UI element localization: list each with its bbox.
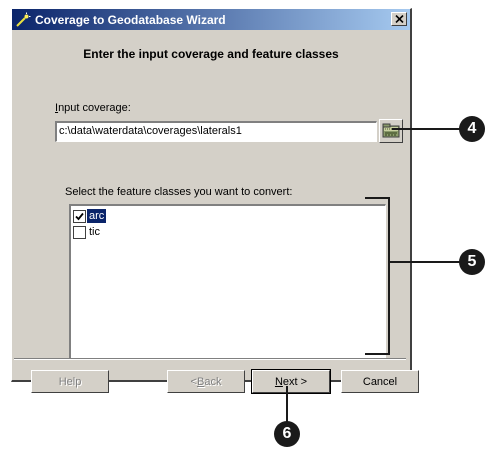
window-title: Coverage to Geodatabase Wizard <box>35 12 226 27</box>
input-coverage-field[interactable]: c:\data\waterdata\coverages\laterals1 <box>55 121 377 142</box>
callout-6-line <box>286 386 288 422</box>
list-item-label: arc <box>87 209 107 223</box>
wand-icon <box>15 12 31 28</box>
input-coverage-label: Input coverage: <box>55 102 131 114</box>
browse-coverage-icon <box>382 123 400 138</box>
back-button[interactable]: < Back <box>167 370 245 393</box>
checkbox-arc[interactable] <box>73 209 86 223</box>
next-button[interactable]: Next > <box>251 369 331 394</box>
callout-5-line <box>389 261 462 263</box>
callout-5-bracket-top <box>365 197 389 199</box>
title-bar[interactable]: Coverage to Geodatabase Wizard <box>12 9 410 30</box>
wizard-dialog: Coverage to Geodatabase Wizard Enter the… <box>11 8 412 382</box>
callout-5-bracket-vertical <box>388 197 390 355</box>
browse-button[interactable] <box>379 119 403 143</box>
checkbox-tic[interactable] <box>73 225 86 239</box>
list-item[interactable]: tic <box>73 225 102 239</box>
close-icon <box>394 15 404 23</box>
callout-4-line <box>392 128 462 130</box>
checkmark-icon <box>75 212 84 220</box>
help-button[interactable]: Help <box>31 370 109 393</box>
feature-classes-label: Select the feature classes you want to c… <box>65 186 293 198</box>
callout-6: 6 <box>274 421 300 447</box>
close-button[interactable] <box>391 12 407 26</box>
feature-classes-list[interactable]: arc tic <box>69 204 386 360</box>
callout-5: 5 <box>459 249 485 275</box>
callout-5-bracket-bottom <box>365 353 389 355</box>
footer-separator <box>14 358 406 360</box>
cancel-button[interactable]: Cancel <box>341 370 419 393</box>
callout-4: 4 <box>459 116 485 142</box>
list-item[interactable]: arc <box>73 209 107 223</box>
list-item-label: tic <box>89 226 100 238</box>
page-heading: Enter the input coverage and feature cla… <box>83 47 339 61</box>
